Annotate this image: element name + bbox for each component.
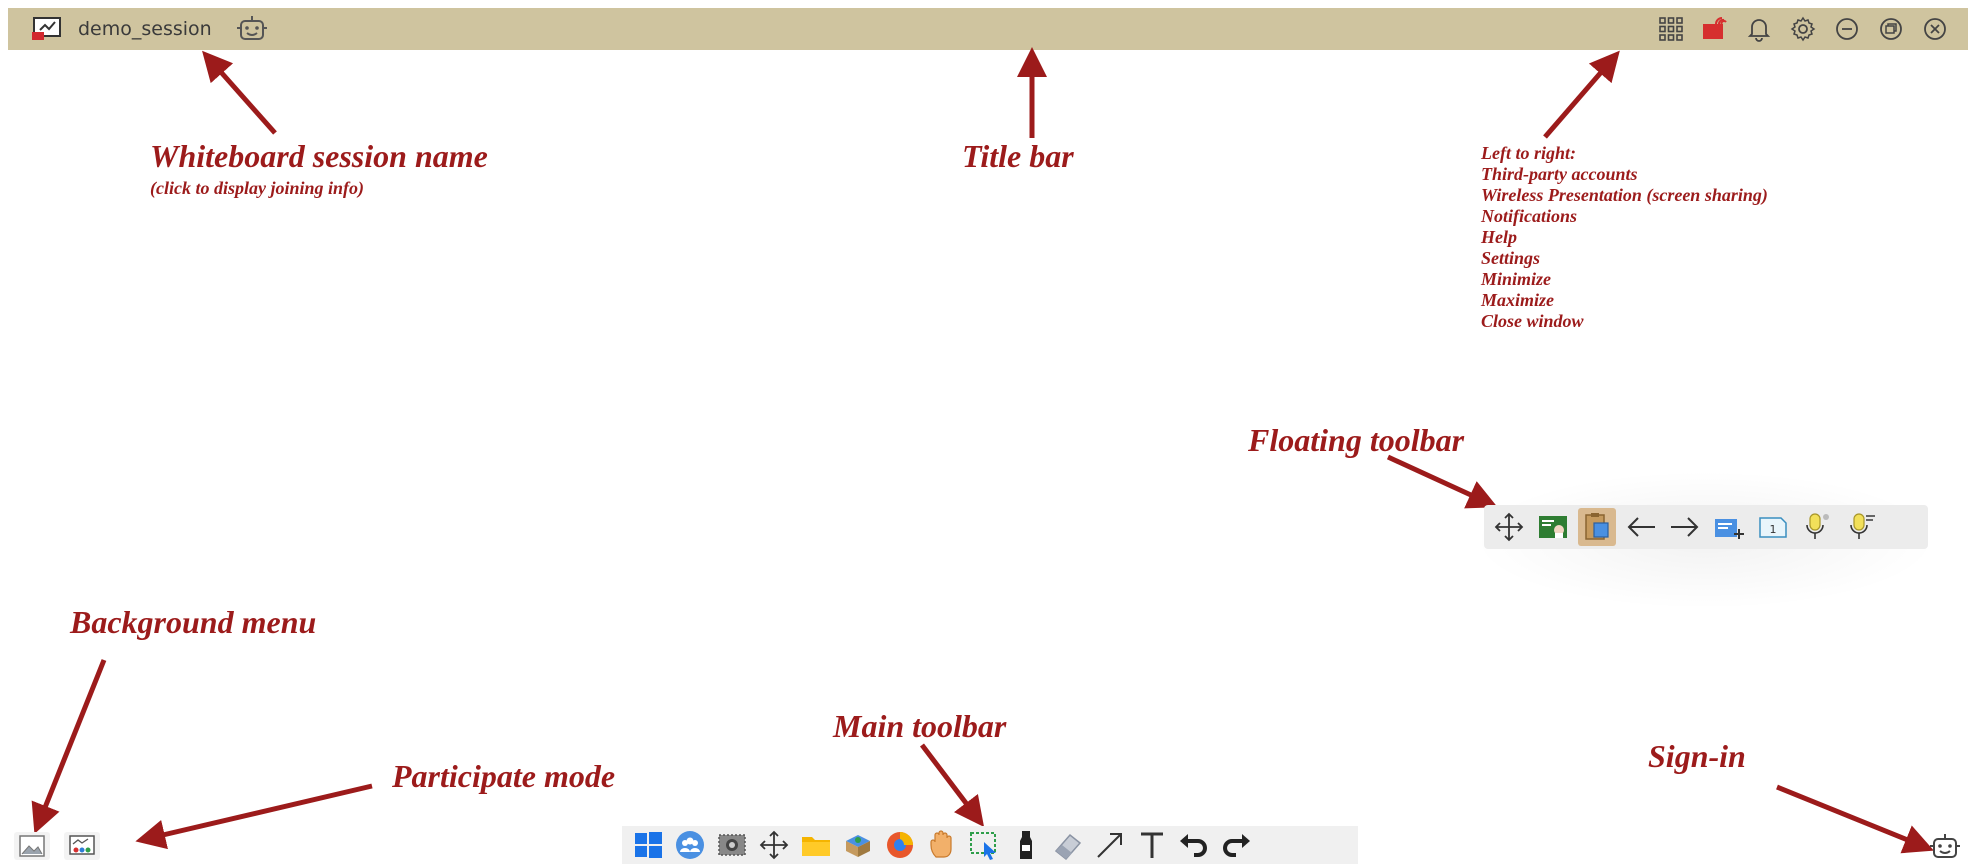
annotation-background-menu: Background menu <box>70 604 317 640</box>
list-line: Minimize <box>1481 269 1552 289</box>
wireless-presentation-button[interactable] <box>1698 14 1732 44</box>
clipboard-icon <box>1585 513 1609 540</box>
apps-button[interactable] <box>838 827 878 863</box>
pan-icon <box>759 830 789 860</box>
restore-icon <box>1880 18 1902 40</box>
background-image-icon <box>19 835 45 857</box>
screenshot-button[interactable] <box>712 827 752 863</box>
settings-button[interactable] <box>1786 14 1820 44</box>
list-line: Maximize <box>1481 290 1555 310</box>
screenshot-icon <box>718 834 746 856</box>
undo-button[interactable] <box>1174 827 1214 863</box>
minimize-button[interactable] <box>1830 14 1864 44</box>
previous-page-button[interactable] <box>1622 508 1660 546</box>
gear-icon <box>1790 16 1816 42</box>
page-number-icon: 1 <box>1759 517 1787 538</box>
eraser-icon <box>1054 833 1082 861</box>
pen-icon <box>1020 831 1032 859</box>
arrow-left-icon <box>1627 517 1655 537</box>
eraser-button[interactable] <box>1048 827 1088 863</box>
participate-mode-icon <box>69 835 95 855</box>
list-line: Left to right: <box>1481 143 1576 163</box>
voice-button[interactable] <box>1798 508 1836 546</box>
whiteboard-icon <box>1539 516 1567 538</box>
text-button[interactable] <box>1132 827 1172 863</box>
annotation-session-sub: (click to display joining info) <box>150 178 364 198</box>
voice-to-text-button[interactable] <box>1842 508 1880 546</box>
whiteboard-app-icon[interactable] <box>30 16 64 42</box>
list-line: Third-party accounts <box>1481 164 1638 184</box>
annotation-floating-toolbar: Floating toolbar <box>1248 422 1465 458</box>
background-menu-button[interactable] <box>14 832 50 860</box>
list-line: Help <box>1481 227 1517 247</box>
whiteboard-button[interactable] <box>1534 508 1572 546</box>
arrow-right-icon <box>1671 517 1699 537</box>
microphone-text-icon <box>1850 513 1875 539</box>
participants-button[interactable] <box>670 827 710 863</box>
third-party-accounts-button[interactable] <box>1654 14 1688 44</box>
participants-icon <box>676 831 704 859</box>
line-button[interactable] <box>1090 827 1130 863</box>
floating-toolbar: 1 <box>1484 505 1928 549</box>
windows-start-button[interactable] <box>628 827 668 863</box>
folder-icon <box>802 837 830 856</box>
annotation-sign-in: Sign-in <box>1648 738 1746 774</box>
main-toolbar <box>622 826 1358 864</box>
list-line: Close window <box>1481 311 1584 331</box>
page-number: 1 <box>1770 523 1777 536</box>
annotation-main-toolbar: Main toolbar <box>833 708 1007 744</box>
select-button[interactable] <box>964 827 1004 863</box>
annotation-participate-mode: Participate mode <box>392 758 616 794</box>
cast-icon <box>1703 17 1727 39</box>
minus-circle-icon <box>1836 18 1858 40</box>
grid-icon <box>1659 17 1683 41</box>
sign-in-bot-icon[interactable] <box>1928 832 1962 862</box>
redo-button[interactable] <box>1216 827 1256 863</box>
annotation-session-name: Whiteboard session name <box>150 138 488 174</box>
select-icon <box>970 832 996 860</box>
bot-icon[interactable] <box>236 14 268 44</box>
bottom-left-controls <box>14 832 100 860</box>
browser-icon <box>887 832 913 858</box>
bell-icon <box>1747 19 1771 42</box>
add-page-icon <box>1715 519 1744 539</box>
move-toolbar-button[interactable] <box>1490 508 1528 546</box>
session-name[interactable]: demo_session <box>78 16 212 42</box>
page-number-button[interactable]: 1 <box>1754 508 1792 546</box>
participate-mode-button[interactable] <box>64 832 100 860</box>
browser-button[interactable] <box>880 827 920 863</box>
notifications-button[interactable] <box>1742 14 1776 44</box>
title-bar: demo_session <box>8 8 1968 50</box>
list-line: Notifications <box>1481 206 1578 226</box>
pan-button[interactable] <box>754 827 794 863</box>
move-icon <box>1494 512 1524 542</box>
text-icon <box>1141 832 1163 858</box>
hand-icon <box>930 830 952 858</box>
undo-icon <box>1180 834 1207 857</box>
list-line: Wireless Presentation (screen sharing) <box>1481 185 1768 205</box>
microphone-icon <box>1806 513 1829 539</box>
close-circle-icon <box>1924 18 1946 40</box>
next-page-button[interactable] <box>1666 508 1704 546</box>
close-button[interactable] <box>1918 14 1952 44</box>
redo-icon <box>1223 834 1250 857</box>
clipboard-button[interactable] <box>1578 508 1616 546</box>
list-line: Settings <box>1481 248 1541 268</box>
folder-button[interactable] <box>796 827 836 863</box>
add-page-button[interactable] <box>1710 508 1748 546</box>
annotation-title-bar: Title bar <box>962 138 1074 174</box>
windows-icon <box>635 832 662 858</box>
annotation-buttons-list: Left to right: Third-party accounts Wire… <box>1481 143 1768 332</box>
line-icon <box>1097 833 1122 858</box>
hand-button[interactable] <box>922 827 962 863</box>
apps-icon <box>846 835 870 857</box>
pen-button[interactable] <box>1006 827 1046 863</box>
maximize-button[interactable] <box>1874 14 1908 44</box>
